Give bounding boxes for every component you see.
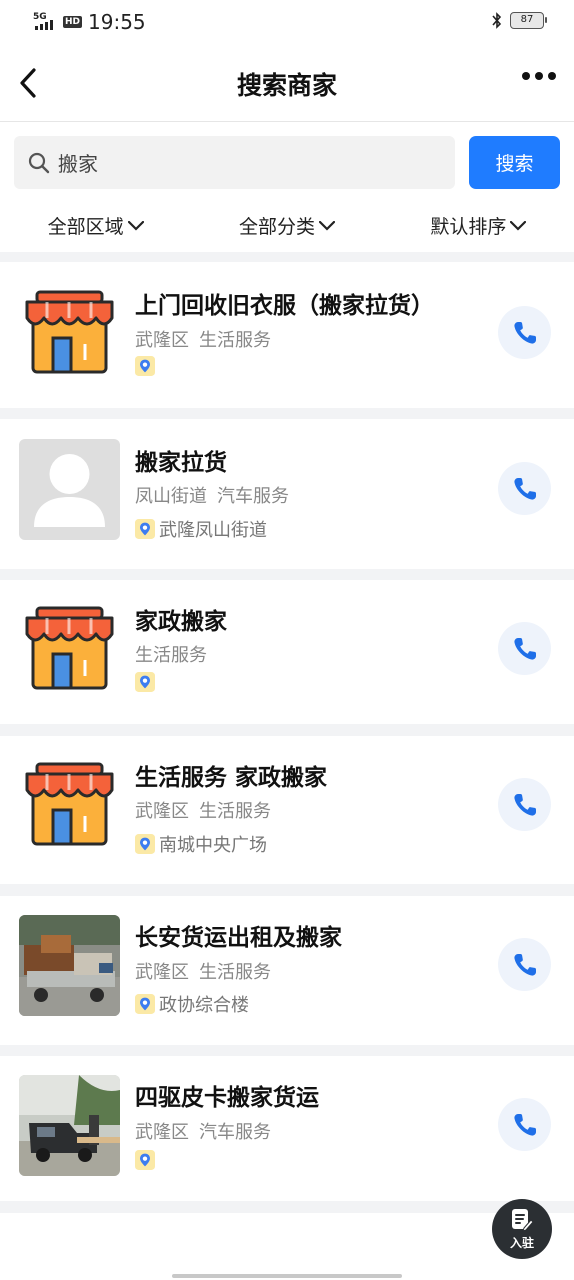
filter-label: 全部区域 — [47, 215, 124, 238]
merchant-location — [135, 1150, 159, 1170]
page-title: 搜索商家 — [236, 71, 337, 100]
merchant-card[interactable]: 生活服务 家政搬家 武隆区 生活服务 南城中央广场 — [0, 736, 574, 884]
chevron-down-icon — [319, 221, 335, 231]
filter-bar: 全部区域 全部分类 默认排序 — [0, 210, 574, 240]
store-icon — [19, 284, 120, 385]
location-pin-icon — [135, 672, 155, 692]
truck-photo — [19, 915, 120, 1016]
signal-indicator: 5G — [33, 13, 57, 31]
battery-indicator: 87 — [510, 12, 547, 29]
home-indicator[interactable] — [172, 1274, 402, 1278]
merchant-meta: 生活服务 — [135, 641, 207, 667]
location-text: 武隆凤山街道 — [159, 520, 267, 541]
merchant-location — [135, 356, 159, 376]
call-button[interactable] — [498, 622, 551, 675]
merchant-name: 四驱皮卡搬家货运 — [135, 1085, 319, 1111]
search-icon — [28, 152, 50, 173]
merchant-location: 政协综合楼 — [135, 991, 249, 1017]
pickup-photo — [19, 1075, 120, 1176]
merchant-card[interactable]: 四驱皮卡搬家货运 武隆区 汽车服务 — [0, 1056, 574, 1201]
merchant-category: 汽车服务 — [199, 1122, 271, 1143]
merchant-location: 南城中央广场 — [135, 831, 267, 857]
phone-icon — [512, 476, 538, 502]
phone-icon — [512, 636, 538, 662]
merchant-district: 武隆区 — [135, 962, 189, 983]
merchant-card[interactable]: 搬家拉货 凤山街道 汽车服务 武隆凤山街道 — [0, 419, 574, 569]
merchant-category: 生活服务 — [199, 330, 271, 351]
filter-category[interactable]: 全部分类 — [191, 210, 382, 240]
more-dot — [522, 72, 530, 80]
merchant-name: 上门回收旧衣服（搬家拉货） — [135, 293, 434, 319]
status-bar: 5G HD 19:55 87 — [0, 0, 574, 44]
merchant-category: 生活服务 — [199, 962, 271, 983]
top-bar: 搜索商家 — [0, 44, 574, 122]
merchant-meta: 武隆区 生活服务 — [135, 958, 271, 984]
search-area: 搜索 全部区域 全部分类 默认排序 — [0, 122, 574, 252]
bluetooth-icon — [492, 12, 502, 29]
chevron-down-icon — [510, 221, 527, 231]
merchant-name: 生活服务 家政搬家 — [135, 765, 328, 791]
phone-icon — [512, 792, 538, 818]
merchant-meta: 武隆区 汽车服务 — [135, 1118, 271, 1144]
merchant-district: 武隆区 — [135, 330, 189, 351]
merchant-district: 武隆区 — [135, 801, 189, 822]
location-text: 政协综合楼 — [159, 995, 249, 1016]
list-footer — [0, 1213, 574, 1280]
filter-label: 默认排序 — [430, 215, 507, 238]
more-dot — [548, 72, 556, 80]
call-button[interactable] — [498, 462, 551, 515]
merchant-district: 凤山街道 — [135, 486, 207, 507]
merchant-name: 家政搬家 — [135, 609, 227, 635]
fab-label: 入驻 — [509, 1236, 534, 1250]
join-fab-button[interactable]: 入驻 — [492, 1199, 552, 1259]
merchant-category: 汽车服务 — [217, 486, 289, 507]
merchant-name: 搬家拉货 — [135, 450, 227, 476]
search-input[interactable] — [58, 150, 418, 175]
search-box[interactable] — [14, 136, 455, 189]
merchant-category: 生活服务 — [199, 801, 271, 822]
merchant-meta: 武隆区 生活服务 — [135, 797, 271, 823]
edit-document-icon — [512, 1209, 533, 1232]
filter-area[interactable]: 全部区域 — [0, 210, 191, 240]
merchant-location: 武隆凤山街道 — [135, 516, 267, 542]
avatar-placeholder — [19, 439, 120, 540]
store-icon — [19, 600, 120, 701]
call-button[interactable] — [498, 778, 551, 831]
store-icon — [19, 756, 120, 857]
chevron-down-icon — [127, 221, 144, 231]
location-pin-icon — [135, 834, 155, 854]
more-button[interactable] — [522, 72, 556, 80]
search-button[interactable]: 搜索 — [469, 136, 560, 189]
location-pin-icon — [135, 519, 155, 539]
call-button[interactable] — [498, 1098, 551, 1151]
merchant-district: 武隆区 — [135, 1122, 189, 1143]
call-button[interactable] — [498, 938, 551, 991]
merchant-name: 长安货运出租及搬家 — [135, 925, 342, 951]
phone-icon — [512, 320, 538, 346]
hd-badge: HD — [63, 16, 83, 28]
phone-icon — [512, 1112, 538, 1138]
merchant-card[interactable]: 长安货运出租及搬家 武隆区 生活服务 政协综合楼 — [0, 896, 574, 1045]
location-pin-icon — [135, 356, 155, 376]
more-dot — [535, 72, 543, 80]
merchant-category: 生活服务 — [135, 645, 207, 666]
filter-sort[interactable]: 默认排序 — [383, 210, 574, 240]
merchant-location — [135, 672, 159, 692]
status-time: 19:55 — [88, 10, 146, 34]
location-pin-icon — [135, 1150, 155, 1170]
location-pin-icon — [135, 994, 155, 1014]
filter-label: 全部分类 — [238, 215, 315, 238]
location-text: 南城中央广场 — [159, 835, 267, 856]
merchant-meta: 武隆区 生活服务 — [135, 326, 271, 352]
merchant-card[interactable]: 上门回收旧衣服（搬家拉货） 武隆区 生活服务 — [0, 262, 574, 408]
merchant-card[interactable]: 家政搬家 生活服务 — [0, 580, 574, 724]
merchant-meta: 凤山街道 汽车服务 — [135, 482, 289, 508]
phone-icon — [512, 952, 538, 978]
call-button[interactable] — [498, 306, 551, 359]
